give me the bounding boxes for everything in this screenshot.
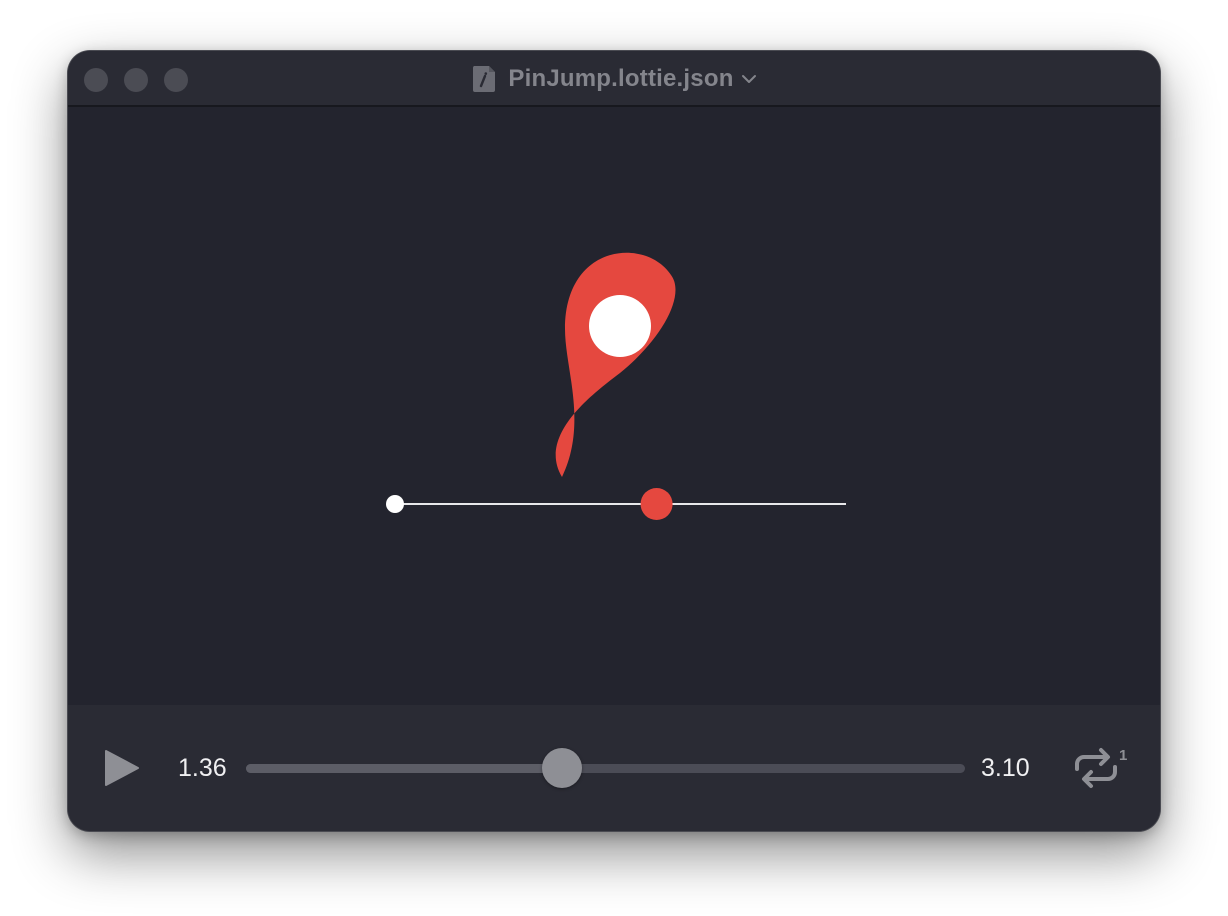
scrubber-track[interactable] — [246, 748, 965, 788]
map-pin-center — [589, 295, 651, 357]
current-time: 1.36 — [178, 754, 227, 782]
document-icon — [473, 66, 496, 92]
animation-canvas — [68, 107, 1160, 705]
window-title[interactable]: PinJump.lottie.json — [508, 65, 733, 93]
chevron-down-icon[interactable] — [741, 74, 757, 84]
scrubber-knob[interactable] — [542, 748, 583, 788]
loop-button[interactable]: 1 — [1071, 745, 1127, 791]
play-button[interactable] — [102, 748, 142, 788]
scrubber-progress — [246, 764, 563, 773]
playback-controls: 1.36 3.10 1 — [68, 705, 1160, 831]
window-title-group: PinJump.lottie.json — [68, 51, 1160, 107]
motion-start-dot — [386, 495, 404, 513]
total-duration: 3.10 — [981, 754, 1030, 782]
map-pin — [555, 252, 676, 477]
loop-count-badge: 1 — [1119, 747, 1127, 764]
title-bar: PinJump.lottie.json — [68, 51, 1160, 107]
animation-frame — [386, 252, 846, 520]
motion-progress-dot — [640, 488, 673, 520]
map-pin-body — [555, 252, 676, 477]
player-window: PinJump.lottie.json 1.36 3.10 1 — [68, 51, 1160, 831]
repeat-once-icon — [1075, 748, 1117, 788]
